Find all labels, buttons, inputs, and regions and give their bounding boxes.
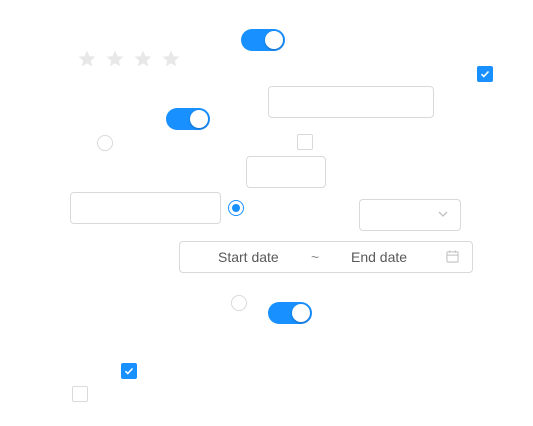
check-icon	[480, 70, 490, 78]
start-date-input[interactable]: Start date	[218, 249, 279, 265]
checkbox-4[interactable]	[72, 386, 88, 402]
switch-knob	[265, 31, 283, 49]
switch-toggle-3[interactable]	[268, 302, 312, 324]
switch-toggle-2[interactable]	[166, 108, 210, 130]
star-icon[interactable]	[161, 49, 181, 69]
checkbox-1[interactable]	[477, 66, 493, 82]
star-icon[interactable]	[77, 49, 97, 69]
star-rating[interactable]	[77, 49, 181, 69]
checkbox-2[interactable]	[297, 134, 313, 150]
radio-3[interactable]	[231, 295, 247, 311]
check-icon	[124, 367, 134, 375]
calendar-icon	[446, 250, 459, 263]
end-date-input[interactable]: End date	[351, 249, 407, 265]
select-dropdown[interactable]	[359, 199, 461, 231]
switch-knob	[190, 110, 208, 128]
text-input-3[interactable]	[70, 192, 221, 224]
radio-dot	[232, 204, 240, 212]
range-separator: ~	[311, 249, 320, 265]
star-icon[interactable]	[133, 49, 153, 69]
date-range-picker[interactable]: Start date ~ End date	[179, 241, 473, 273]
checkbox-3[interactable]	[121, 363, 137, 379]
radio-2[interactable]	[228, 200, 244, 216]
switch-knob	[292, 304, 310, 322]
radio-1[interactable]	[97, 135, 113, 151]
text-input-2[interactable]	[246, 156, 326, 188]
chevron-down-icon	[438, 211, 448, 217]
star-icon[interactable]	[105, 49, 125, 69]
text-input-1[interactable]	[268, 86, 434, 118]
switch-toggle-1[interactable]	[241, 29, 285, 51]
